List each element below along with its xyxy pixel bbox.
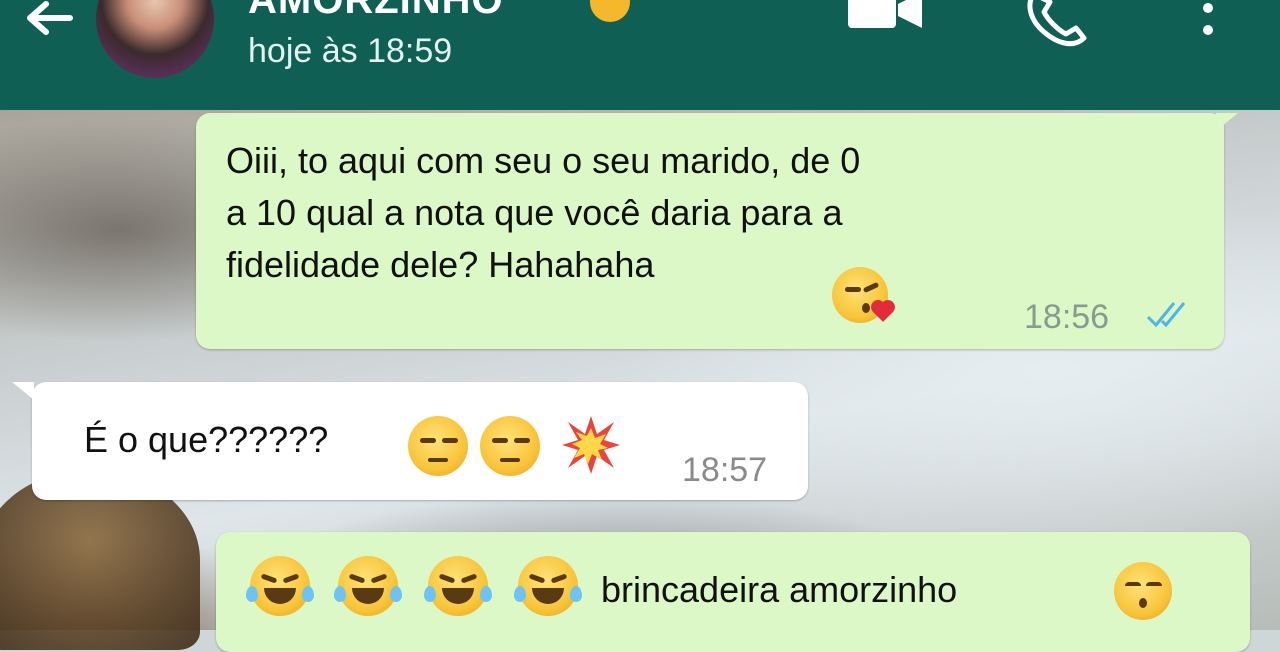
unamused-face-icon <box>480 416 540 476</box>
chat-header: AMORZINHO hoje às 18:59 <box>0 0 1280 110</box>
unamused-face-icon <box>408 416 468 476</box>
face-with-tears-of-joy-icon <box>514 556 582 616</box>
face-with-tears-of-joy-icon <box>424 556 492 616</box>
message-time: 18:57 <box>682 451 768 489</box>
message-line-text: fidelidade dele? Hahahaha <box>226 244 655 285</box>
message-time: 18:56 <box>1024 298 1110 336</box>
collision-icon <box>562 416 620 474</box>
contact-name[interactable]: AMORZINHO <box>248 0 504 23</box>
contact-avatar[interactable] <box>96 0 214 78</box>
back-arrow-icon[interactable] <box>18 0 78 50</box>
message-text: É o que?????? <box>84 419 329 460</box>
message-bubble-outgoing[interactable]: brincadeira amorzinho <box>216 532 1250 652</box>
message-line: Oiii, to aqui com seu o seu marido, de 0 <box>226 140 861 181</box>
message-line: fidelidade dele? Hahahaha <box>226 239 1126 291</box>
bubble-tail <box>1216 113 1238 131</box>
video-call-icon[interactable] <box>846 0 926 42</box>
kissing-face-smiling-eyes-icon <box>1114 562 1172 620</box>
message-text: Oiii, to aqui com seu o seu marido, de 0… <box>226 135 1126 291</box>
phone-icon[interactable] <box>1020 0 1092 50</box>
last-seen-status: hoje às 18:59 <box>248 32 453 70</box>
read-double-check-icon <box>1146 302 1186 328</box>
face-with-tears-of-joy-icon <box>246 556 314 616</box>
message-bubble-incoming[interactable]: É o que?????? 18:57 <box>12 382 808 500</box>
message-text: brincadeira amorzinho <box>601 569 958 610</box>
name-emoji-icon <box>590 0 630 22</box>
face-throwing-kiss-icon <box>832 267 893 323</box>
face-with-tears-of-joy-icon <box>334 556 402 616</box>
menu-dots-icon[interactable] <box>1196 0 1220 54</box>
message-bubble-outgoing[interactable]: Oiii, to aqui com seu o seu marido, de 0… <box>196 113 1238 349</box>
message-line: a 10 qual a nota que você daria para a <box>226 192 843 233</box>
bubble-tail <box>12 382 34 400</box>
